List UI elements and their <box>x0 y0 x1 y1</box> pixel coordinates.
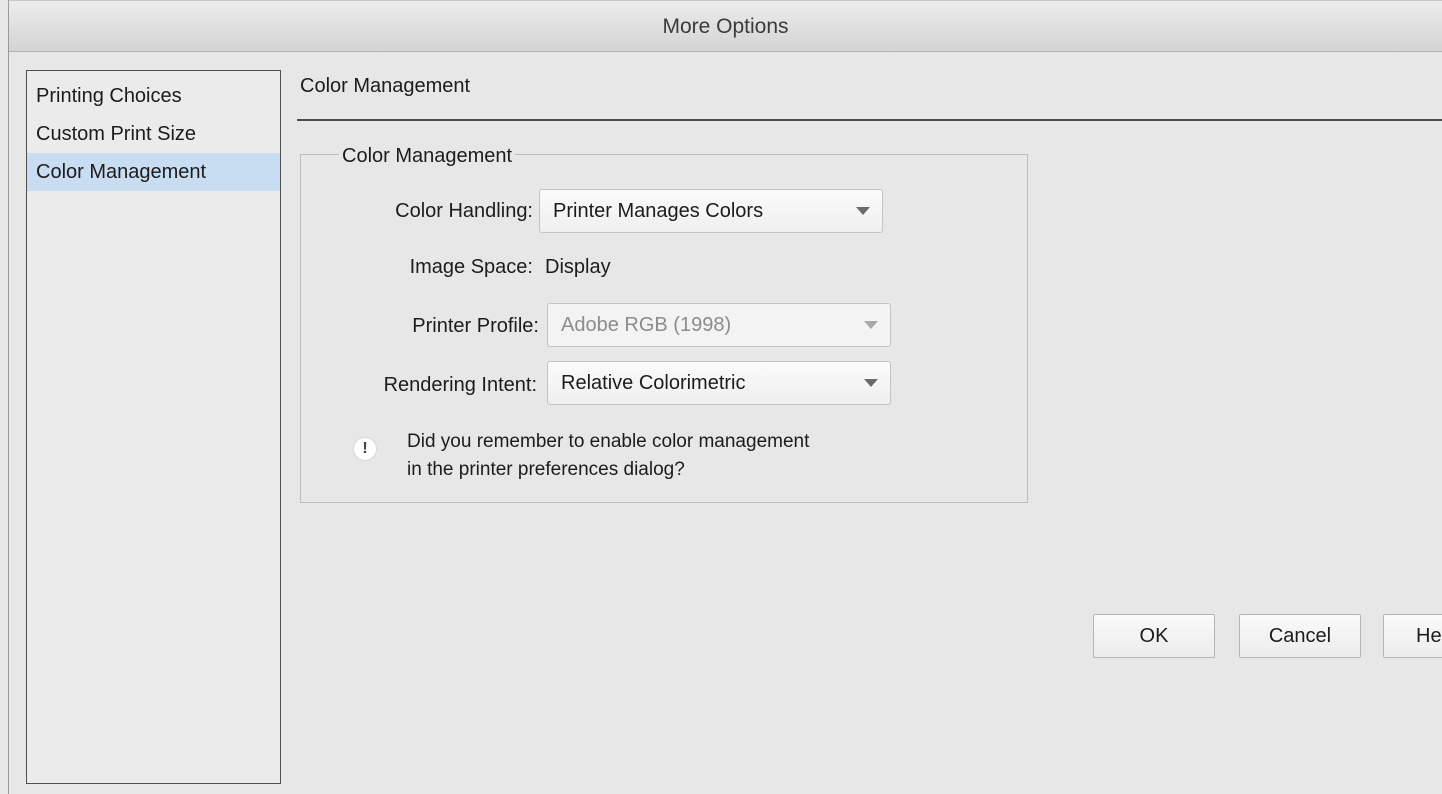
printer-profile-dropdown[interactable]: Adobe RGB (1998) <box>547 303 891 347</box>
color-handling-label: Color Handling: <box>395 200 533 222</box>
note-line-2: in the printer preferences dialog? <box>407 459 685 480</box>
section-divider <box>297 119 1442 121</box>
rendering-intent-value: Relative Colorimetric <box>561 372 746 394</box>
options-sidebar: Printing Choices Custom Print Size Color… <box>26 70 281 784</box>
title-bar[interactable]: More Options <box>9 0 1442 52</box>
group-legend: Color Management <box>339 145 516 168</box>
chevron-down-icon <box>864 379 878 387</box>
exclamation-info-icon: ! <box>353 437 377 461</box>
sidebar-item-color-management[interactable]: Color Management <box>27 153 280 191</box>
more-options-dialog: More Options Printing Choices Custom Pri… <box>8 0 1442 794</box>
section-title: Color Management <box>300 75 471 97</box>
image-space-value: Display <box>545 256 611 278</box>
ok-button[interactable]: OK <box>1093 614 1215 658</box>
printer-profile-value: Adobe RGB (1998) <box>561 314 732 336</box>
image-space-label: Image Space: <box>409 256 533 278</box>
sidebar-item-printing-choices[interactable]: Printing Choices <box>27 77 280 115</box>
chevron-down-icon <box>856 207 870 215</box>
help-button[interactable]: He <box>1383 614 1442 658</box>
printer-profile-label: Printer Profile: <box>412 315 539 337</box>
window-title: More Options <box>662 15 789 38</box>
chevron-down-icon <box>864 321 878 329</box>
color-handling-dropdown[interactable]: Printer Manages Colors <box>539 189 883 233</box>
sidebar-item-custom-print-size[interactable]: Custom Print Size <box>27 115 280 153</box>
cancel-button[interactable]: Cancel <box>1239 614 1361 658</box>
color-management-note: Did you remember to enable color managem… <box>407 428 809 484</box>
rendering-intent-dropdown[interactable]: Relative Colorimetric <box>547 361 891 405</box>
color-handling-value: Printer Manages Colors <box>553 200 764 222</box>
note-line-1: Did you remember to enable color managem… <box>407 431 810 452</box>
rendering-intent-label: Rendering Intent: <box>383 374 537 396</box>
